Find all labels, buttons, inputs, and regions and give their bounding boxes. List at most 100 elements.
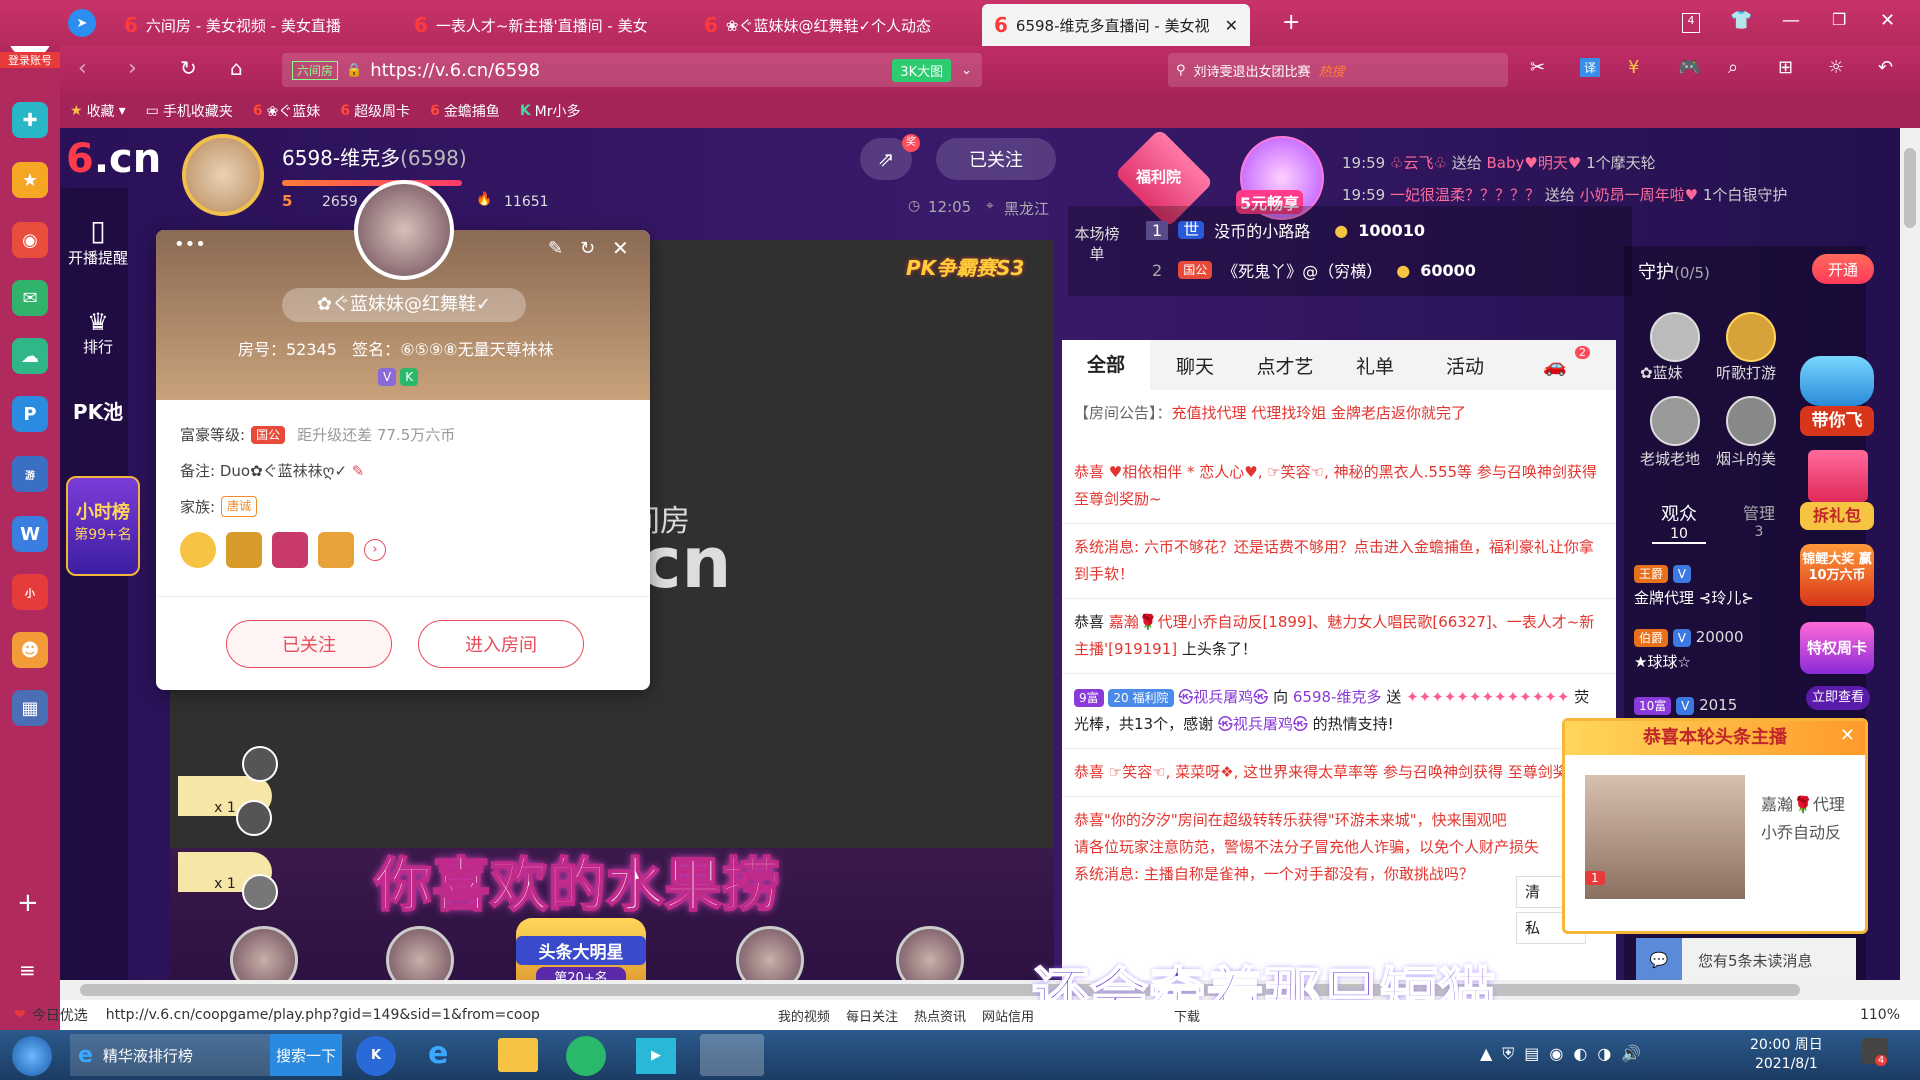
pdf-icon[interactable]: P xyxy=(12,396,48,432)
browser-taskbar-icon[interactable] xyxy=(566,1036,606,1076)
nav-live-reminder[interactable]: ▯ 开播提醒 xyxy=(62,214,134,268)
popup-avatar[interactable] xyxy=(354,180,454,280)
view-now-button[interactable]: 立即查看 xyxy=(1806,686,1870,710)
guard-avatar-2[interactable] xyxy=(1726,312,1776,362)
anchor-follow-button[interactable]: 已关注 xyxy=(936,138,1056,180)
game3-icon[interactable]: ▦ xyxy=(12,690,48,726)
gift-avatar-b[interactable] xyxy=(242,874,278,910)
back-icon[interactable]: ‹ xyxy=(78,56,87,81)
gift-pack-promo[interactable]: 拆礼包 xyxy=(1800,502,1874,530)
favorites-icon[interactable]: ★ xyxy=(12,162,48,198)
unread-bar[interactable]: 💬 您有5条未读消息 xyxy=(1636,938,1856,982)
gift-avatar-a[interactable] xyxy=(236,800,272,836)
guard-open-button[interactable]: 开通 xyxy=(1812,254,1874,284)
bookmark-mobile[interactable]: ▭ 手机收藏夹 xyxy=(146,101,233,121)
forward-icon[interactable]: › xyxy=(128,56,137,81)
tab-count[interactable]: 4 xyxy=(1682,13,1700,33)
daily-follow[interactable]: 每日关注 xyxy=(846,1006,898,1025)
bookmark-fishing[interactable]: 6 金蟾捕鱼 xyxy=(430,101,500,121)
hour-rank-card[interactable]: 小时榜 第99+名 xyxy=(66,476,140,576)
dropdown-icon[interactable]: ⌄ xyxy=(961,63,972,78)
navigator-icon[interactable]: ➤ xyxy=(68,9,96,37)
tab-viewers[interactable]: 观众 10 xyxy=(1652,500,1706,544)
game2-icon[interactable]: ☻ xyxy=(12,632,48,668)
medal-icon[interactable] xyxy=(318,532,354,568)
bookmark-favorites[interactable]: ★ 收藏 ▾ xyxy=(70,101,126,121)
more-medals-icon[interactable]: › xyxy=(364,539,386,561)
fly-promo[interactable]: 带你飞 xyxy=(1800,406,1874,436)
guard-avatar-1[interactable] xyxy=(1650,312,1700,362)
car-tab[interactable]: 🚗 2 xyxy=(1510,345,1600,377)
weibo-icon[interactable]: ◉ xyxy=(12,222,48,258)
vertical-scrollbar[interactable] xyxy=(1900,128,1920,1000)
chat-tab-chat[interactable]: 聊天 xyxy=(1150,352,1240,379)
restore-icon[interactable]: ❐ xyxy=(1832,10,1846,29)
tab-managers[interactable]: 管理 3 xyxy=(1732,500,1786,540)
medal-icon[interactable] xyxy=(272,532,308,568)
more-icon[interactable]: ••• xyxy=(174,234,206,255)
translate-button[interactable]: 译 xyxy=(1580,58,1601,77)
rank-board-label[interactable]: 本场榜单 xyxy=(1074,224,1120,264)
gift-avatar-top[interactable] xyxy=(242,746,278,782)
red-app-icon[interactable]: 小 xyxy=(12,574,48,610)
close-tab-icon[interactable]: ✕ xyxy=(1225,16,1238,35)
site-logo[interactable]: 6.cn xyxy=(66,136,161,182)
today-pick[interactable]: 今日优选 xyxy=(32,1005,88,1025)
edit-icon[interactable]: ✎ xyxy=(548,238,563,259)
pk-badge[interactable]: PK争霸赛S3 xyxy=(906,252,1024,281)
tab-2[interactable]: 6 一表人才~新主播'直播间 - 美女 xyxy=(402,4,670,46)
bigscreen-button[interactable]: 3K大图 xyxy=(892,58,952,82)
taskbar-app[interactable]: e 精华液排行榜 xyxy=(70,1034,270,1076)
tab-1[interactable]: 6 六间房 - 美女视频 - 美女直播 xyxy=(112,4,380,46)
download[interactable]: 下载 xyxy=(1174,1006,1200,1025)
coin-icon[interactable]: ¥ xyxy=(1628,57,1639,78)
word-icon[interactable]: W xyxy=(12,516,48,552)
bookmark-weekcard[interactable]: 6 超级周卡 xyxy=(340,101,410,121)
clock[interactable]: 20:00 周日 2021/8/1 xyxy=(1750,1036,1823,1074)
enter-room-button[interactable]: 进入房间 xyxy=(418,620,584,668)
chat-tab-talent[interactable]: 点才艺 xyxy=(1240,352,1330,379)
refresh-icon[interactable]: ↻ xyxy=(580,238,595,259)
guard-avatar-4[interactable] xyxy=(1726,396,1776,446)
reload-icon[interactable]: ↻ xyxy=(180,56,197,80)
folder-taskbar-icon[interactable] xyxy=(498,1038,538,1072)
magnifier-icon[interactable]: ⌕ xyxy=(1728,57,1738,78)
popup-follow-button[interactable]: 已关注 xyxy=(226,620,392,668)
guard-avatar-3[interactable] xyxy=(1650,396,1700,446)
week-card-promo[interactable]: 特权周卡 xyxy=(1800,622,1874,674)
nav-rank[interactable]: ♛ 排行 xyxy=(62,308,134,357)
viewer-row-1[interactable]: 王爵 V 金牌代理 ⊰玲儿⊱ xyxy=(1634,564,1794,608)
address-bar[interactable]: 六间房 🔒 https://v.6.cn/6598 3K大图 ⌄ xyxy=(282,53,982,87)
tray-icons[interactable]: ▲⛨▤◉◐◑🔊 xyxy=(1480,1044,1651,1064)
rank-row-1[interactable]: 1 世 没币的小路路 ● 100010 xyxy=(1146,218,1425,242)
chat-tab-activity[interactable]: 活动 xyxy=(1420,352,1510,379)
ie-taskbar-icon[interactable]: e xyxy=(428,1036,448,1071)
mail-icon[interactable]: ✉ xyxy=(12,280,48,316)
cloud-icon[interactable]: ☁ xyxy=(12,338,48,374)
nav-pk-pool[interactable]: PK池 xyxy=(62,396,134,425)
edit-remark-icon[interactable]: ✎ xyxy=(352,462,365,480)
headline-thumbnail[interactable] xyxy=(1585,775,1745,899)
game-icon[interactable]: 游 xyxy=(12,456,48,492)
k-app-icon[interactable]: K xyxy=(356,1036,396,1076)
player-taskbar-icon[interactable]: ▶ xyxy=(636,1038,676,1074)
hot-news[interactable]: 热点资讯 xyxy=(914,1006,966,1025)
rank-row-2[interactable]: 2 国公 《死鬼丫》@（穷横） ● 60000 xyxy=(1146,258,1476,282)
chat-tab-gifts[interactable]: 礼单 xyxy=(1330,352,1420,379)
sidebar-add-icon[interactable]: + xyxy=(17,888,39,918)
gamepad-icon[interactable]: 🎮 xyxy=(1678,57,1700,78)
new-tab-icon[interactable]: + xyxy=(1282,10,1300,35)
chat-tab-all[interactable]: 全部 xyxy=(1062,340,1150,390)
site-credit[interactable]: 网站信用 xyxy=(982,1006,1034,1025)
bookmark-lanmei[interactable]: 6 ❀ぐ蓝妹 xyxy=(253,101,320,121)
minimize-icon[interactable]: — xyxy=(1782,10,1800,31)
login-label[interactable]: 登录账号 xyxy=(0,52,60,68)
sidebar-menu-icon[interactable]: ≡ xyxy=(19,958,36,982)
taskbar-search-button[interactable]: 搜索一下 xyxy=(270,1034,342,1076)
close-window-icon[interactable]: ✕ xyxy=(1880,10,1895,31)
close-popup-icon[interactable]: ✕ xyxy=(612,236,629,260)
my-video[interactable]: 我的视频 xyxy=(778,1006,830,1025)
anchor-avatar[interactable] xyxy=(182,134,264,216)
viewer-row-2[interactable]: 伯爵 V 20000 ★球球☆ xyxy=(1634,628,1814,672)
url-text[interactable]: https://v.6.cn/6598 xyxy=(370,60,540,81)
